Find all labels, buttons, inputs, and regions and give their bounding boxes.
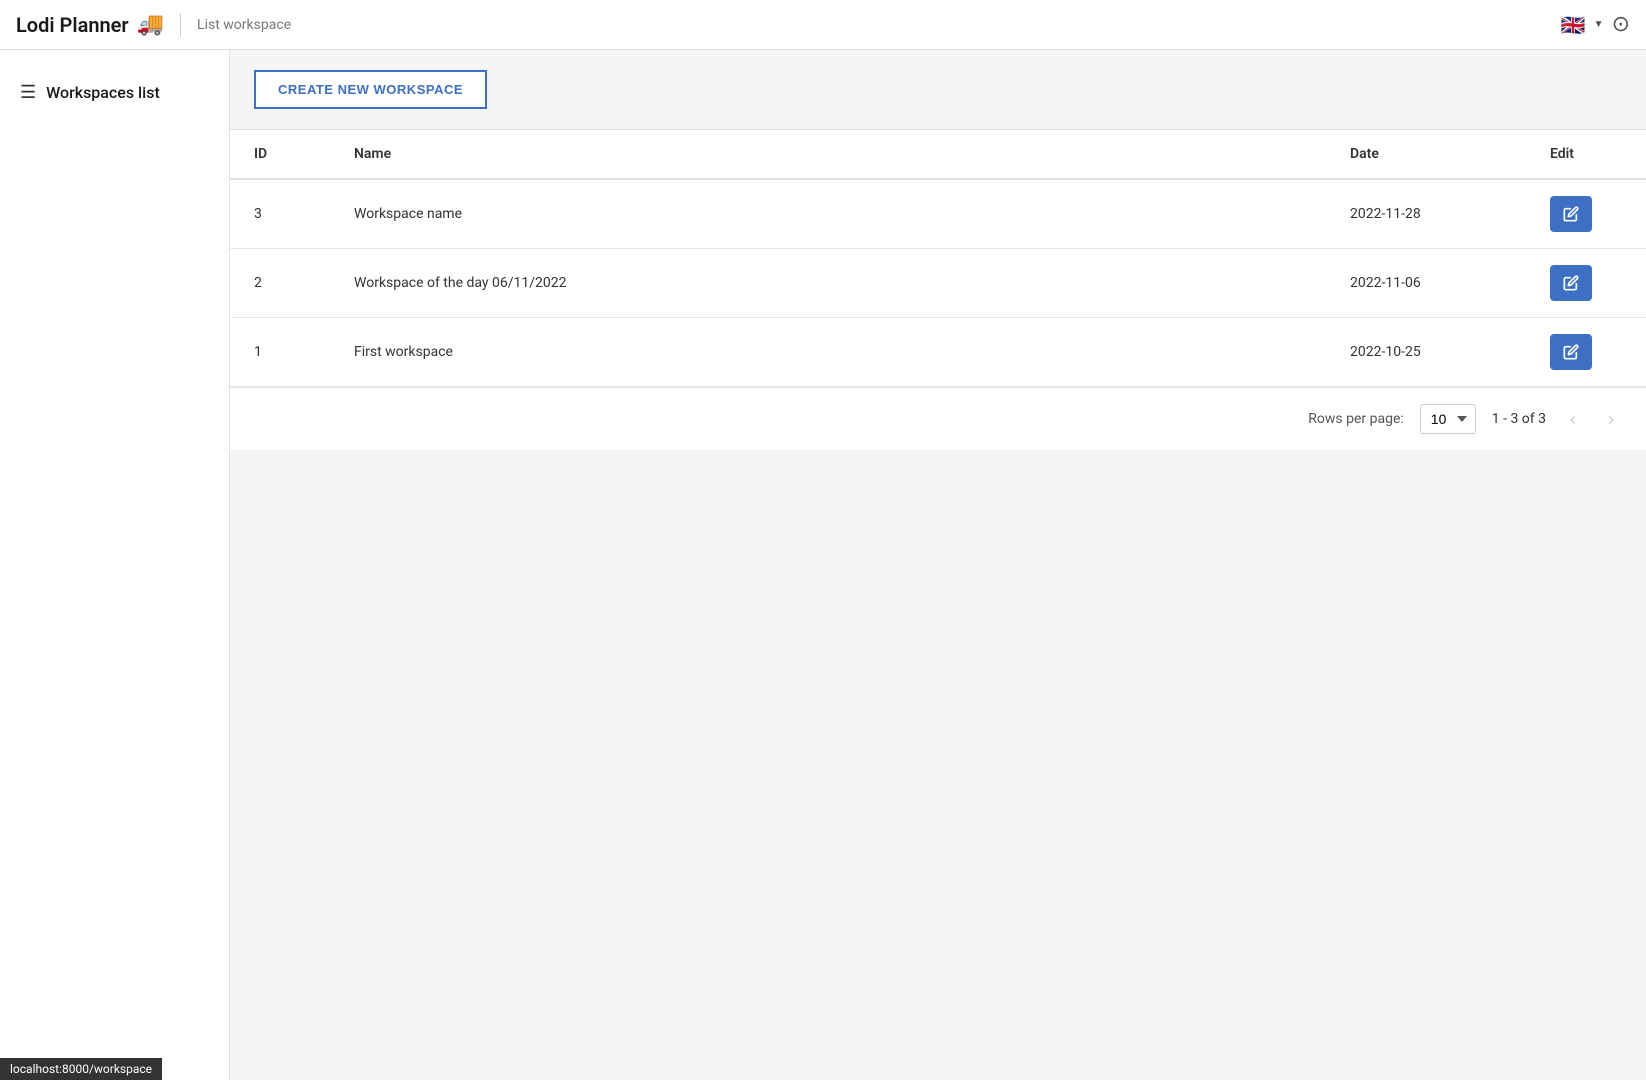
workspaces-table-container: ID Name Date Edit 3Workspace name2022-11… (230, 130, 1646, 450)
sidebar: ☰ Workspaces list (0, 50, 230, 1080)
prev-page-button[interactable]: ‹ (1562, 405, 1584, 434)
cell-edit (1526, 179, 1646, 249)
cell-id: 3 (230, 179, 330, 249)
workspaces-table: ID Name Date Edit 3Workspace name2022-11… (230, 130, 1646, 387)
cell-edit (1526, 318, 1646, 387)
app-title: Lodi Planner (16, 13, 129, 37)
cell-date: 2022-11-28 (1326, 179, 1526, 249)
col-header-name: Name (330, 130, 1326, 179)
cell-name: Workspace name (330, 179, 1326, 249)
table-header-row: ID Name Date Edit (230, 130, 1646, 179)
col-header-id: ID (230, 130, 330, 179)
edit-workspace-button[interactable] (1550, 196, 1592, 232)
next-page-button[interactable]: › (1600, 405, 1622, 434)
language-dropdown-arrow-icon[interactable]: ▼ (1594, 19, 1604, 30)
create-workspace-button[interactable]: CREATE NEW WORKSPACE (254, 70, 487, 109)
pagination-bar: Rows per page: 5102550 1 - 3 of 3 ‹ › (230, 387, 1646, 450)
main-content: CREATE NEW WORKSPACE ID Name Date Edit 3… (230, 50, 1646, 1080)
user-account-icon[interactable]: ⊙ (1612, 12, 1630, 37)
topbar-separator (180, 13, 181, 37)
cell-date: 2022-10-25 (1326, 318, 1526, 387)
topbar-right: 🇬🇧 ▼ ⊙ (1561, 12, 1630, 37)
rows-per-page-select[interactable]: 5102550 (1420, 404, 1476, 434)
statusbar: localhost:8000/workspace (0, 1058, 162, 1080)
list-icon: ☰ (20, 82, 36, 103)
cell-date: 2022-11-06 (1326, 249, 1526, 318)
statusbar-url: localhost:8000/workspace (10, 1062, 152, 1076)
table-body: 3Workspace name2022-11-282Workspace of t… (230, 179, 1646, 387)
table-row: 3Workspace name2022-11-28 (230, 179, 1646, 249)
app-brand: Lodi Planner 🚚 (16, 12, 164, 37)
page-info: 1 - 3 of 3 (1492, 411, 1546, 427)
language-flag-icon[interactable]: 🇬🇧 (1561, 13, 1586, 37)
cell-edit (1526, 249, 1646, 318)
rows-per-page-label: Rows per page: (1308, 411, 1403, 427)
toolbar: CREATE NEW WORKSPACE (230, 50, 1646, 130)
cell-name: Workspace of the day 06/11/2022 (330, 249, 1326, 318)
cell-id: 1 (230, 318, 330, 387)
cell-name: First workspace (330, 318, 1326, 387)
cell-id: 2 (230, 249, 330, 318)
sidebar-item-label: Workspaces list (46, 83, 160, 102)
col-header-edit: Edit (1526, 130, 1646, 179)
col-header-date: Date (1326, 130, 1526, 179)
truck-emoji: 🚚 (137, 12, 164, 37)
sidebar-item-workspaces[interactable]: ☰ Workspaces list (0, 70, 229, 115)
table-row: 1First workspace2022-10-25 (230, 318, 1646, 387)
topbar: Lodi Planner 🚚 List workspace 🇬🇧 ▼ ⊙ (0, 0, 1646, 50)
edit-workspace-button[interactable] (1550, 334, 1592, 370)
topbar-subtitle: List workspace (197, 17, 291, 33)
table-header: ID Name Date Edit (230, 130, 1646, 179)
edit-workspace-button[interactable] (1550, 265, 1592, 301)
main-layout: ☰ Workspaces list CREATE NEW WORKSPACE I… (0, 50, 1646, 1080)
table-row: 2Workspace of the day 06/11/20222022-11-… (230, 249, 1646, 318)
